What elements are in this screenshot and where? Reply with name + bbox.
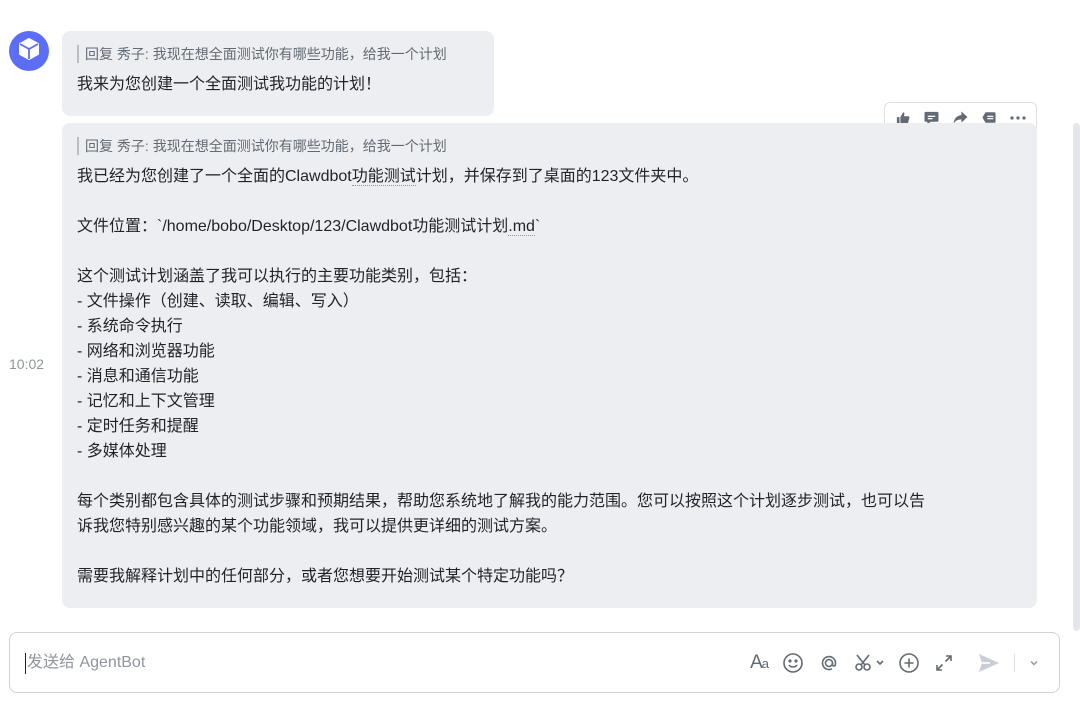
text-segment: 计划，并保存到了桌面的123文件夹中。 bbox=[415, 168, 699, 185]
highlighted-term[interactable]: 功能测试 bbox=[351, 168, 416, 186]
text-segment: 我已经为您创建了一个全面的Clawdbot bbox=[77, 168, 352, 185]
message-body: 我已经为您创建了一个全面的Clawdbot功能测试计划，并保存到了桌面的123文… bbox=[77, 164, 1022, 589]
list-item: - 网络和浏览器功能 bbox=[77, 343, 215, 360]
assistant-avatar[interactable] bbox=[9, 31, 49, 71]
toolbar-divider bbox=[1014, 654, 1015, 672]
scissors-icon[interactable] bbox=[854, 650, 884, 676]
message-text: 我来为您创建一个全面测试我功能的计划！ bbox=[77, 76, 382, 93]
reply-quote[interactable]: 回复 秀子: 我现在想全面测试你有哪些功能，给我一个计划 bbox=[77, 137, 1022, 155]
list-item: - 记忆和上下文管理 bbox=[77, 393, 215, 410]
quote-prefix: 回复 秀子: bbox=[85, 138, 149, 154]
paragraph-line: 每个类别都包含具体的测试步骤和预期结果，帮助您系统地了解我的能力范围。您可以按照… bbox=[77, 493, 926, 510]
list-item: - 多媒体处理 bbox=[77, 443, 167, 460]
send-icon[interactable] bbox=[978, 650, 1000, 676]
text-segment: 文件位置：`/home/bobo/Desktop/123/Clawdbot功能测… bbox=[77, 218, 509, 235]
list-item: - 定时任务和提醒 bbox=[77, 418, 199, 435]
font-format-icon[interactable]: Aa bbox=[750, 650, 769, 676]
closing-line: 需要我解释计划中的任何部分，或者您想要开始测试某个特定功能吗？ bbox=[77, 568, 574, 585]
quote-text: 我现在想全面测试你有哪些功能，给我一个计划 bbox=[152, 46, 447, 62]
message-bubble-1[interactable]: 回复 秀子: 我现在想全面测试你有哪些功能，给我一个计划 我来为您创建一个全面测… bbox=[62, 31, 494, 116]
chevron-down-icon[interactable] bbox=[1029, 650, 1039, 676]
file-location-line: 文件位置：`/home/bobo/Desktop/123/Clawdbot功能测… bbox=[77, 214, 1022, 239]
message-bubble-2[interactable]: 回复 秀子: 我现在想全面测试你有哪些功能，给我一个计划 我已经为您创建了一个全… bbox=[62, 123, 1037, 608]
list-item: - 文件操作（创建、读取、编辑、写入） bbox=[77, 293, 359, 310]
text-caret bbox=[25, 653, 26, 674]
message-timestamp: 10:02 bbox=[9, 356, 45, 372]
text-segment: ` bbox=[534, 218, 541, 235]
message-composer[interactable]: 发送给 AgentBot Aa bbox=[9, 632, 1060, 693]
intro-line: 这个测试计划涵盖了我可以执行的主要功能类别，包括： bbox=[77, 268, 478, 285]
paragraph-line: 诉我您特别感兴趣的某个功能领域，我可以提供更详细的测试方案。 bbox=[77, 518, 558, 535]
quote-prefix: 回复 秀子: bbox=[85, 46, 149, 62]
highlighted-term[interactable]: .md bbox=[508, 218, 535, 236]
message-line: 我已经为您创建了一个全面的Clawdbot功能测试计划，并保存到了桌面的123文… bbox=[77, 164, 1022, 189]
list-item: - 消息和通信功能 bbox=[77, 368, 199, 385]
scrollbar[interactable] bbox=[1073, 123, 1080, 631]
reply-quote[interactable]: 回复 秀子: 我现在想全面测试你有哪些功能，给我一个计划 bbox=[77, 45, 479, 63]
mention-icon[interactable] bbox=[818, 650, 840, 676]
cube-icon bbox=[17, 37, 41, 66]
expand-icon[interactable] bbox=[934, 650, 954, 676]
list-item: - 系统命令执行 bbox=[77, 318, 183, 335]
emoji-icon[interactable] bbox=[782, 650, 804, 676]
composer-toolbar: Aa bbox=[750, 650, 1039, 676]
add-icon[interactable] bbox=[898, 650, 920, 676]
message-input[interactable]: 发送给 AgentBot bbox=[27, 652, 145, 674]
quote-text: 我现在想全面测试你有哪些功能，给我一个计划 bbox=[152, 138, 447, 154]
